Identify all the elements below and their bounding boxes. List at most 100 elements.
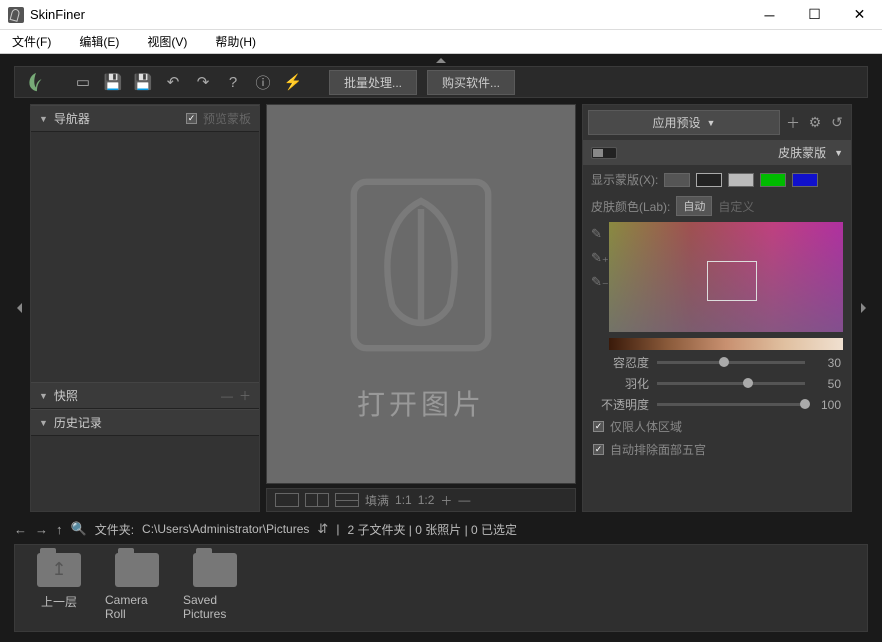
- view-split-h-icon[interactable]: [335, 493, 359, 507]
- snapshot-remove-icon[interactable]: —: [221, 389, 233, 403]
- feather-label: 羽化: [593, 375, 649, 392]
- folder-icon: [193, 553, 237, 587]
- folder-camera-roll-label: Camera Roll: [105, 593, 169, 621]
- folder-up-icon: [37, 553, 81, 587]
- menu-file[interactable]: 文件(F): [12, 33, 51, 50]
- buy-software-button[interactable]: 购买软件...: [427, 70, 515, 95]
- feather-value: 50: [813, 377, 841, 391]
- collapse-top-button[interactable]: [0, 54, 882, 66]
- nav-forward-icon[interactable]: →: [35, 522, 48, 537]
- view-split-v-icon[interactable]: [305, 493, 329, 507]
- history-label: 历史记录: [54, 414, 102, 431]
- collapse-left-button[interactable]: [14, 104, 24, 512]
- path-dropdown-icon[interactable]: ⇵: [317, 521, 328, 537]
- folder-camera-roll[interactable]: Camera Roll: [105, 553, 169, 623]
- zoom-1-1-button[interactable]: 1:1: [395, 493, 412, 507]
- apply-preset-button[interactable]: 应用预设 ▼: [588, 110, 780, 135]
- folder-up-label: 上一层: [41, 593, 77, 610]
- center-panel: 打开图片 填满 1:1 1:2 ＋ —: [266, 104, 576, 512]
- menu-view[interactable]: 视图(V): [147, 33, 187, 50]
- folder-path[interactable]: C:\Users\Administrator\Pictures: [142, 522, 309, 536]
- preset-reset-icon[interactable]: ↺: [828, 114, 846, 132]
- navigator-header[interactable]: ▼ 导航器 ✓ 预览蒙板: [31, 105, 259, 132]
- folder-saved-pictures[interactable]: Saved Pictures: [183, 553, 247, 623]
- window-title: SkinFiner: [30, 7, 85, 22]
- main-toolbar: ▭ 💾 💾 ↶ ↷ ? ⓘ ⚡ 批量处理... 购买软件...: [14, 66, 868, 98]
- skin-color-custom-button[interactable]: 自定义: [718, 198, 754, 215]
- auto-exclude-checkbox[interactable]: ✓: [593, 444, 604, 455]
- skin-mask-header[interactable]: 皮肤蒙版 ▼: [583, 140, 851, 165]
- save-as-icon[interactable]: 💾: [133, 72, 153, 92]
- image-canvas[interactable]: 打开图片: [266, 104, 576, 484]
- color-selection-rect[interactable]: [707, 261, 757, 301]
- info-icon[interactable]: ⓘ: [253, 72, 273, 92]
- preset-add-icon[interactable]: ＋: [784, 114, 802, 132]
- undo-icon[interactable]: ↶: [163, 72, 183, 92]
- skin-color-auto-button[interactable]: 自动: [676, 196, 712, 216]
- right-panel: 应用预设 ▼ ＋ ⚙ ↺ 皮肤蒙版 ▼ 显示蒙版(X):: [582, 104, 852, 512]
- history-header[interactable]: ▼ 历史记录: [31, 409, 259, 436]
- eyedropper-icon[interactable]: ✎: [591, 226, 605, 242]
- snapshot-add-icon[interactable]: ＋: [239, 387, 251, 404]
- snapshot-header[interactable]: ▼ 快照 — ＋: [31, 382, 259, 409]
- eyedropper-sub-icon[interactable]: ✎₋: [591, 274, 605, 290]
- auto-exclude-label: 自动排除面部五官: [610, 441, 706, 458]
- folder-up[interactable]: 上一层: [27, 553, 91, 623]
- leaf-logo-icon: [25, 71, 47, 93]
- mask-swatch-light[interactable]: [728, 173, 754, 187]
- maximize-button[interactable]: ☐: [792, 0, 837, 30]
- collapse-right-button[interactable]: [858, 104, 868, 512]
- skin-mask-label: 皮肤蒙版: [778, 144, 826, 161]
- mask-swatch-black[interactable]: [696, 173, 722, 187]
- zoom-1-2-button[interactable]: 1:2: [418, 493, 435, 507]
- app-logo-icon: [8, 7, 24, 23]
- plugin-icon[interactable]: ⚡: [283, 72, 303, 92]
- feather-slider[interactable]: 羽化 50: [583, 373, 851, 394]
- redo-icon[interactable]: ↷: [193, 72, 213, 92]
- status-separator: |: [336, 522, 339, 536]
- opacity-label: 不透明度: [593, 396, 649, 413]
- titlebar: SkinFiner ─ ☐ ✕: [0, 0, 882, 30]
- help-icon[interactable]: ?: [223, 72, 243, 92]
- view-single-icon[interactable]: [275, 493, 299, 507]
- chevron-down-icon: ▼: [39, 418, 48, 428]
- tolerance-slider[interactable]: 容忍度 30: [583, 352, 851, 373]
- chevron-down-icon: ▼: [707, 118, 716, 128]
- history-body: [31, 436, 259, 511]
- limit-body-label: 仅限人体区域: [610, 418, 682, 435]
- skin-color-label: 皮肤颜色(Lab):: [591, 198, 670, 215]
- menu-help[interactable]: 帮助(H): [215, 33, 256, 50]
- minimize-button[interactable]: ─: [747, 0, 792, 30]
- view-toolbar: 填满 1:1 1:2 ＋ —: [266, 488, 576, 512]
- navigator-body: [31, 132, 259, 382]
- zoom-fit-button[interactable]: 填满: [365, 492, 389, 509]
- limit-body-checkbox[interactable]: ✓: [593, 421, 604, 432]
- skin-mask-toggle[interactable]: [591, 147, 617, 159]
- opacity-value: 100: [813, 398, 841, 412]
- save-icon[interactable]: 💾: [103, 72, 123, 92]
- menubar: 文件(F) 编辑(E) 视图(V) 帮助(H): [0, 30, 882, 54]
- tolerance-label: 容忍度: [593, 354, 649, 371]
- opacity-slider[interactable]: 不透明度 100: [583, 394, 851, 415]
- mask-swatch-gray[interactable]: [664, 173, 690, 187]
- nav-up-icon[interactable]: ↑: [56, 522, 63, 537]
- folder-saved-label: Saved Pictures: [183, 593, 247, 621]
- zoom-out-icon[interactable]: —: [458, 493, 470, 507]
- mask-swatch-blue[interactable]: [792, 173, 818, 187]
- preset-settings-icon[interactable]: ⚙: [806, 114, 824, 132]
- eyedropper-add-icon[interactable]: ✎₊: [591, 250, 605, 266]
- preview-mask-checkbox[interactable]: ✓: [186, 113, 197, 124]
- show-mask-label: 显示蒙版(X):: [591, 171, 658, 188]
- apply-preset-label: 应用预设: [653, 114, 701, 131]
- nav-back-icon[interactable]: ←: [14, 522, 27, 537]
- close-button[interactable]: ✕: [837, 0, 882, 30]
- chevron-down-icon: ▼: [39, 114, 48, 124]
- lab-color-picker[interactable]: [609, 222, 843, 332]
- open-folder-icon[interactable]: ▭: [73, 72, 93, 92]
- zoom-in-icon[interactable]: ＋: [440, 492, 452, 509]
- batch-process-button[interactable]: 批量处理...: [329, 70, 417, 95]
- mask-swatch-green[interactable]: [760, 173, 786, 187]
- search-icon[interactable]: 🔍: [71, 521, 87, 537]
- menu-edit[interactable]: 编辑(E): [79, 33, 119, 50]
- hue-bar[interactable]: [609, 338, 843, 350]
